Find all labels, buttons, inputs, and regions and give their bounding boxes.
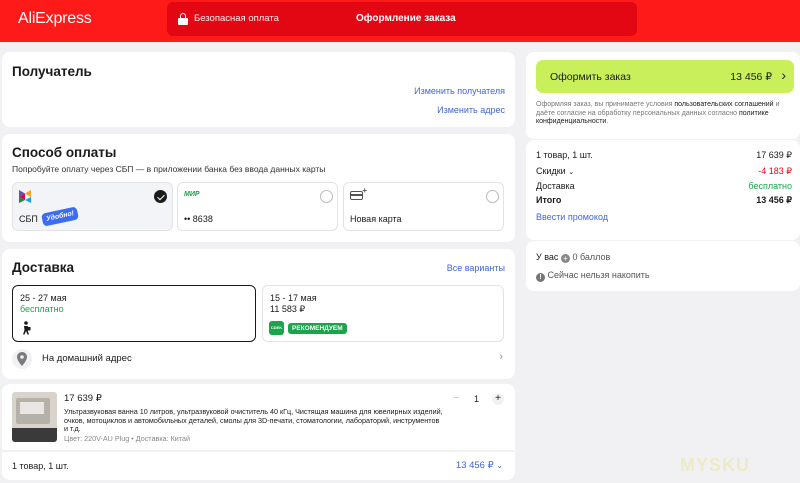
items-count-label: 1 товар, 1 шт. bbox=[536, 150, 593, 160]
delivery-dates: 25 - 27 мая bbox=[20, 293, 67, 303]
new-card-icon: + bbox=[350, 186, 367, 200]
home-address-label: На домашний адрес bbox=[42, 353, 132, 364]
delivery-option-cdek[interactable]: 15 - 17 мая 11 583 ₽ CDEK РЕКОМЕНДУЕМ bbox=[262, 285, 504, 342]
points-info-text: Сейчас нельзя накопить bbox=[547, 270, 650, 280]
points-value: 0 баллов bbox=[572, 252, 611, 262]
watermark: MYSKU bbox=[680, 455, 751, 475]
payment-option-mir-card[interactable]: МИР •• 8638 bbox=[177, 182, 338, 231]
mir-logo-icon: МИР bbox=[184, 191, 200, 198]
new-card-label: Новая карта bbox=[350, 214, 402, 224]
sbp-logo-icon bbox=[19, 190, 31, 203]
recipient-title: Получатель bbox=[12, 64, 92, 79]
secure-payment-label: Безопасная оплата bbox=[194, 13, 279, 24]
total-label: Итого bbox=[536, 195, 562, 205]
points-info: ! Сейчас нельзя накопить bbox=[536, 270, 650, 282]
payment-option-sbp[interactable]: СБП Удобно! bbox=[12, 182, 173, 231]
discounts-toggle[interactable]: Скидки ⌄ bbox=[536, 166, 574, 176]
total-value: 13 456 ₽ bbox=[756, 195, 792, 205]
footer-total[interactable]: 13 456 ₽ ⌄ bbox=[456, 460, 503, 471]
discounts-label: Скидки bbox=[536, 166, 566, 176]
aliexpress-logo[interactable]: AliExpress bbox=[18, 10, 92, 28]
convenient-badge: Удобно! bbox=[41, 206, 80, 227]
mir-card-number: •• 8638 bbox=[184, 214, 213, 224]
secure-payment-bar: Безопасная оплата Оформление заказа bbox=[167, 2, 637, 36]
change-address-link[interactable]: Изменить адрес bbox=[437, 105, 505, 115]
coin-plus-icon: + bbox=[560, 254, 570, 263]
delivery-dates: 15 - 17 мая bbox=[270, 293, 317, 303]
delivery-price: 11 583 ₽ bbox=[270, 304, 306, 314]
home-address-row[interactable]: На домашний адрес › bbox=[12, 348, 505, 374]
delivery-option-free[interactable]: 25 - 27 мая бесплатно bbox=[12, 285, 256, 342]
place-order-button[interactable]: Оформить заказ 13 456 ₽ › bbox=[536, 60, 794, 93]
pickup-person-icon bbox=[23, 321, 31, 335]
place-order-label: Оформить заказ bbox=[550, 71, 631, 83]
payment-title: Способ оплаты bbox=[12, 145, 117, 160]
change-recipient-link[interactable]: Изменить получателя bbox=[414, 86, 505, 96]
chevron-down-icon: ⌄ bbox=[568, 169, 575, 176]
new-card-radio[interactable] bbox=[486, 190, 499, 203]
user-agreement-link[interactable]: пользовательских соглашений bbox=[674, 101, 773, 108]
footer-count: 1 товар, 1 шт. bbox=[12, 461, 69, 471]
chevron-right-icon: › bbox=[499, 351, 503, 363]
decrease-qty-button[interactable]: − bbox=[450, 393, 462, 405]
product-image[interactable] bbox=[12, 392, 57, 442]
chevron-down-icon: ⌄ bbox=[496, 461, 503, 470]
shipping-label: Доставка bbox=[536, 181, 575, 191]
points-balance: У вас + 0 баллов bbox=[536, 252, 610, 263]
legal-text: Оформляя заказ, вы принимаете условия по… bbox=[536, 101, 780, 126]
points-prefix: У вас bbox=[536, 252, 559, 262]
page-title: Оформление заказа bbox=[356, 13, 456, 24]
promo-code-link[interactable]: Ввести промокод bbox=[536, 212, 608, 222]
discounts-value: -4 183 ₽ bbox=[758, 166, 792, 176]
delivery-title: Доставка bbox=[12, 260, 75, 275]
delivery-price: бесплатно bbox=[20, 304, 64, 314]
payment-option-new-card[interactable]: + Новая карта bbox=[343, 182, 504, 231]
increase-qty-button[interactable]: + bbox=[492, 393, 504, 405]
place-order-price: 13 456 ₽ bbox=[730, 71, 772, 83]
footer-total-value: 13 456 ₽ bbox=[455, 460, 494, 471]
sbp-label: СБП bbox=[19, 214, 38, 224]
top-bar: AliExpress Безопасная оплата Оформление … bbox=[0, 0, 800, 42]
chevron-right-icon: › bbox=[781, 67, 786, 83]
cart-footer: 1 товар, 1 шт. 13 456 ₽ ⌄ bbox=[2, 452, 515, 480]
info-icon: ! bbox=[536, 273, 545, 282]
points-card bbox=[526, 241, 800, 291]
product-description[interactable]: Ультразвуковая ванна 10 литров, ультразв… bbox=[64, 407, 444, 434]
items-subtotal: 17 639 ₽ bbox=[756, 150, 792, 160]
cdek-logo-icon: CDEK bbox=[269, 321, 284, 335]
recipient-card: Получатель Изменить получателя Изменить … bbox=[2, 52, 515, 127]
shipping-value: бесплатно bbox=[748, 181, 792, 191]
qty-value[interactable]: 1 bbox=[474, 394, 479, 404]
product-meta: Цвет: 220V-AU Plug • Доставка: Китай bbox=[64, 434, 191, 443]
quantity-stepper: − 1 + bbox=[450, 393, 506, 407]
location-pin-icon bbox=[12, 349, 32, 369]
product-price: 17 639 ₽ bbox=[64, 393, 102, 404]
mir-card-radio[interactable] bbox=[320, 190, 333, 203]
sbp-radio[interactable] bbox=[154, 190, 167, 203]
payment-subtitle: Попробуйте оплату через СБП — в приложен… bbox=[12, 164, 326, 174]
recommended-badge: РЕКОМЕНДУЕМ bbox=[288, 323, 347, 334]
all-variants-link[interactable]: Все варианты bbox=[447, 263, 505, 273]
lock-icon bbox=[178, 13, 188, 25]
